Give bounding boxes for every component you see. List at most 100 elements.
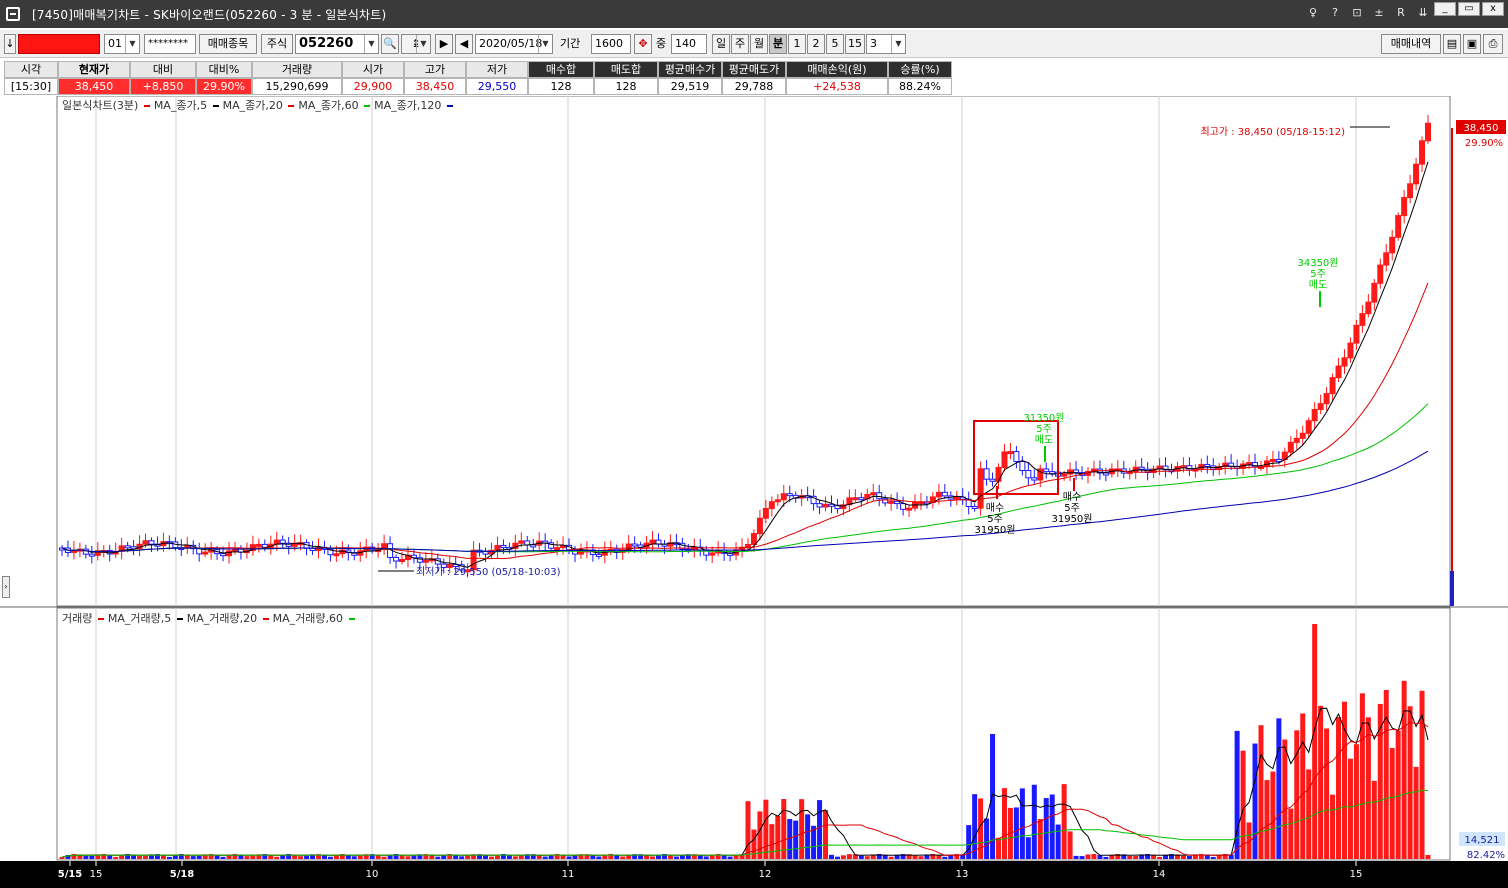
volume-bar	[948, 855, 954, 859]
candle-body	[1383, 252, 1390, 266]
candle-body	[1401, 197, 1408, 217]
stats-header-3: 대비%	[196, 61, 252, 78]
candle-body	[774, 499, 781, 503]
volume-bar	[536, 855, 542, 859]
volume-bar	[673, 856, 679, 859]
volume-bar	[1180, 855, 1186, 859]
sort-icon[interactable]: ↨ ▼	[401, 34, 431, 54]
candle-body	[124, 545, 131, 549]
side-panel-toggle[interactable]: ›	[2, 576, 10, 598]
collapse-icon[interactable]: ⇊	[1416, 6, 1430, 19]
volume-bar	[1347, 758, 1353, 859]
interval-2-button[interactable]: 2	[807, 34, 825, 54]
interval-15-button[interactable]: 15	[845, 34, 865, 54]
interval-select[interactable]: 3 ▼	[866, 34, 906, 54]
volume-bar	[274, 856, 280, 859]
candle-body	[524, 540, 531, 546]
period-day-tab[interactable]: 일	[712, 34, 730, 54]
volume-bar	[459, 856, 465, 859]
candle-body	[888, 500, 895, 504]
count-input[interactable]: 140	[671, 34, 707, 54]
price-legend: 일본식차트(3분) MA_종가,5 MA_종가,20 MA_종가,60 MA_종…	[62, 97, 457, 113]
stock-code-input[interactable]: 052260 ▼	[295, 34, 379, 54]
help-icon[interactable]: ?	[1328, 6, 1342, 19]
volume-bar	[805, 814, 811, 859]
password-field[interactable]: ********	[144, 34, 196, 54]
volume-bar	[1049, 794, 1055, 859]
volume-bar	[214, 855, 220, 859]
volume-bar	[1079, 856, 1085, 859]
candle-body	[500, 544, 507, 548]
candle-body	[1132, 466, 1139, 473]
volume-bar	[327, 856, 333, 859]
volume-bar	[1210, 856, 1216, 859]
volume-bar	[137, 856, 143, 859]
candle-body	[1013, 451, 1020, 463]
volume-bar	[984, 818, 990, 859]
candle-body	[1138, 466, 1145, 470]
maximize-button[interactable]: ▭	[1458, 2, 1480, 16]
stats-header-1: 현재가	[58, 61, 130, 78]
interval-1-button[interactable]: 1	[788, 34, 806, 54]
period-month-tab[interactable]: 월	[750, 34, 768, 54]
arrow-down-icon[interactable]: ↓	[4, 34, 16, 54]
volume-bar	[745, 801, 751, 859]
stats-value-3: 29.90%	[196, 78, 252, 95]
settings-icon[interactable]: ±	[1372, 6, 1386, 19]
vol-ma20-line	[61, 721, 1429, 858]
volume-bar	[321, 855, 327, 859]
prev-arrow-icon[interactable]: ◀	[455, 34, 473, 54]
trade-item-button[interactable]: 매매종목	[199, 34, 257, 54]
open-folder-icon[interactable]: ▤	[1443, 34, 1461, 54]
volume-bar	[823, 810, 829, 859]
search-icon[interactable]: 🔍	[381, 34, 399, 54]
candle-body	[1025, 470, 1032, 479]
print-icon[interactable]: ⎙	[1483, 34, 1503, 54]
save-icon[interactable]: ▣	[1463, 34, 1481, 54]
candle-body	[309, 547, 316, 551]
volume-bar	[1425, 855, 1431, 859]
volume-bar	[834, 856, 840, 859]
x-axis-label-5: 12	[759, 869, 772, 880]
next-arrow-icon[interactable]: ▶	[435, 34, 453, 54]
candle-body	[1031, 477, 1038, 481]
volume-bar	[757, 811, 763, 859]
candle-body	[852, 497, 859, 501]
security-type-select[interactable]: 주식	[261, 34, 293, 54]
account-suffix-select[interactable]: 01 ▼	[104, 34, 140, 54]
period-minute-tab[interactable]: 분	[769, 34, 787, 54]
volume-bar	[894, 855, 900, 859]
close-button[interactable]: x	[1482, 2, 1504, 16]
candle-body	[399, 558, 406, 562]
volume-bar	[1264, 780, 1270, 859]
volume-bar	[793, 820, 799, 859]
pin-icon[interactable]: ♀	[1306, 6, 1320, 19]
stats-header-6: 고가	[404, 61, 466, 78]
candle-body	[876, 492, 883, 500]
interval-5-button[interactable]: 5	[826, 34, 844, 54]
volume-bar	[435, 856, 441, 859]
volume-bar	[113, 856, 119, 859]
stats-value-8: 128	[528, 78, 594, 95]
refresh-icon[interactable]: R	[1394, 6, 1408, 19]
volume-bar	[1073, 855, 1079, 859]
stats-header-2: 대비	[130, 61, 196, 78]
chart-svg[interactable]: 5/15 15 5/18 10 11 12 13 14 15 38,450 29.90% 최고가 : …	[0, 95, 1508, 888]
legend-ma20: MA_종가,20	[222, 99, 283, 112]
capture-icon[interactable]: ⊡	[1350, 6, 1364, 19]
volume-bar	[59, 857, 65, 859]
volume-bar	[626, 855, 632, 859]
period-input[interactable]: 1600	[591, 34, 631, 54]
trade-history-button[interactable]: 매매내역	[1381, 34, 1441, 54]
volume-bar	[107, 855, 113, 859]
legend-ma60: MA_종가,60	[298, 99, 359, 112]
date-input[interactable]: 2020/05/18 ▼	[475, 34, 553, 54]
sell1-label: 매도	[1035, 434, 1053, 446]
volume-bar	[1288, 808, 1294, 859]
x-axis-strip	[0, 861, 1508, 888]
minimize-button[interactable]: _	[1434, 2, 1456, 16]
volume-bar	[1371, 780, 1377, 859]
period-week-tab[interactable]: 주	[731, 34, 749, 54]
volume-bar	[220, 856, 226, 859]
crosshair-icon[interactable]: ✥	[634, 34, 652, 54]
